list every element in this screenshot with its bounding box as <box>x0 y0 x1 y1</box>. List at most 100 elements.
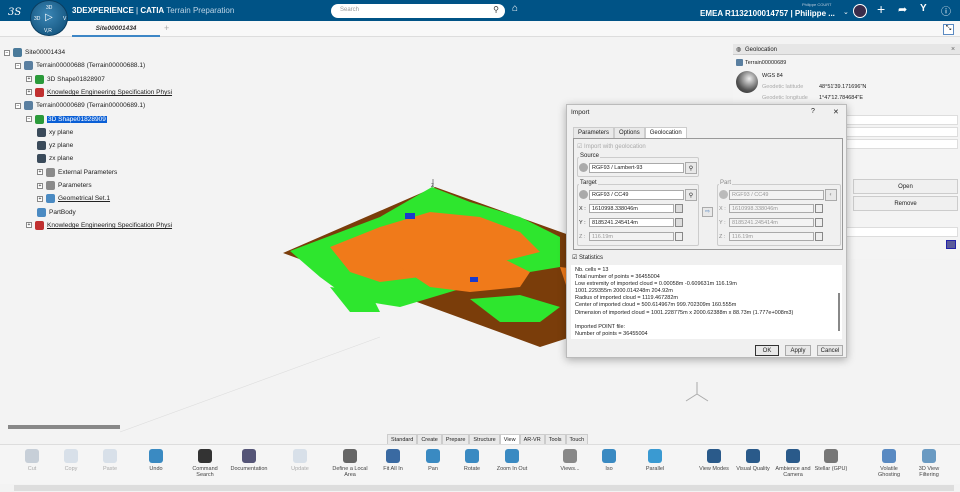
expand-toggle[interactable]: − <box>15 62 21 69</box>
share-icon[interactable]: ➦ <box>898 3 907 16</box>
dropdown-button[interactable] <box>946 240 956 249</box>
horizontal-scrollbar[interactable] <box>14 485 954 491</box>
tree-node[interactable]: + Parameters <box>37 181 92 190</box>
tree-node[interactable]: PartBody <box>37 207 76 217</box>
target-z-field[interactable]: 116.19m <box>589 232 674 241</box>
avatar[interactable] <box>853 4 867 18</box>
tool-zoom-in-out[interactable]: Zoom In Out <box>493 449 531 472</box>
tool-copy[interactable]: Copy <box>52 449 90 472</box>
y-field[interactable] <box>845 127 958 137</box>
expand-toggle[interactable]: − <box>15 102 21 109</box>
tree-node[interactable]: + Knowledge Engineering Specification Phy… <box>26 220 172 230</box>
plus-icon[interactable]: + <box>877 1 885 17</box>
tree-node[interactable]: +3D Shape01828907 <box>26 74 105 84</box>
tool-parallel[interactable]: Parallel <box>636 449 674 472</box>
x-field[interactable] <box>845 115 958 125</box>
target-search-button[interactable]: ⚲ <box>685 189 697 201</box>
expand-toggle[interactable]: − <box>4 49 10 56</box>
tools-icon[interactable]: Y <box>920 3 927 14</box>
tree-node[interactable]: − 3D Shape01828909 <box>26 114 107 124</box>
close-button[interactable]: ✕ <box>833 108 839 116</box>
tree-node[interactable]: − Terrain00000688 (Terrain00000688.1) <box>15 61 145 71</box>
tree-node[interactable]: yz plane <box>37 141 73 151</box>
tool-fit-all-in[interactable]: Fit All In <box>374 449 412 472</box>
chevron-down-icon[interactable]: ⌄ <box>843 8 849 16</box>
scrollbar[interactable] <box>838 293 840 331</box>
tool-label: Visual Quality <box>736 466 770 472</box>
search-input[interactable]: Search ⚲ <box>331 4 505 18</box>
tree-node[interactable]: − Terrain00000689 (Terrain00000689.1) <box>15 101 145 111</box>
text-field[interactable] <box>845 227 958 237</box>
tool-visual-quality[interactable]: Visual Quality <box>734 449 772 472</box>
tool-command-search[interactable]: Command Search <box>186 449 224 478</box>
tool-label: Copy <box>64 466 78 472</box>
statistics-checkbox[interactable]: ☑ Statistics <box>572 254 603 261</box>
tool-stellar-gpu[interactable]: Stellar (GPU) <box>812 449 850 472</box>
tool-view-modes[interactable]: View Modes <box>695 449 733 472</box>
action-bar: Cut Copy Paste Undo Command Search Documentat… <box>0 444 960 484</box>
expand-toggle[interactable]: − <box>26 116 32 122</box>
tree-node[interactable]: + External Parameters <box>37 167 117 177</box>
compass[interactable]: 3D 3D V V,R ▷ <box>30 0 68 36</box>
tree-node-label: zx plane <box>49 155 74 163</box>
z-field[interactable] <box>845 139 958 149</box>
target-x-field[interactable]: 1610998.338046m <box>589 204 674 213</box>
cancel-button[interactable]: Cancel <box>817 345 843 356</box>
tree-node[interactable]: − Site00001434 <box>4 48 65 57</box>
tab-site[interactable]: Site00001434 <box>72 21 160 37</box>
tree-node[interactable]: xy plane <box>37 127 73 137</box>
tenant-selector[interactable]: EMEA R1132100014757 | Philippe ... <box>700 9 835 18</box>
app-title: 3DEXPERIENCE | CATIA Terrain Preparation <box>72 6 235 15</box>
y-spinner[interactable] <box>675 218 683 227</box>
statistics-line: Number of points = 36455004 <box>575 330 648 337</box>
close-icon[interactable]: × <box>951 46 955 53</box>
expand-toggle[interactable]: + <box>37 169 43 176</box>
expand-toggle[interactable]: + <box>26 76 32 83</box>
remove-button[interactable]: Remove <box>853 196 958 211</box>
tool-ambience-and-camera[interactable]: Ambience and Camera <box>774 449 812 478</box>
apply-button[interactable]: Apply <box>785 345 811 356</box>
source-search-button[interactable]: ⚲ <box>685 162 697 174</box>
tool-update[interactable]: Update <box>281 449 319 472</box>
knowledge-icon <box>35 87 44 97</box>
source-select[interactable]: RGF93 / Lambert-93 <box>589 163 684 173</box>
collapse-icon[interactable]: ⤡ <box>943 24 954 35</box>
tool-3d-view-filtering[interactable]: 3D View Filtering <box>910 449 948 478</box>
parallel-icon <box>648 449 662 463</box>
tool-documentation[interactable]: Documentation <box>230 449 268 472</box>
tool-undo[interactable]: Undo <box>137 449 175 472</box>
z-spinner[interactable] <box>675 232 683 241</box>
top-bar: 3S 3DEXPERIENCE | CATIA Terrain Preparat… <box>0 0 960 21</box>
import-geolocation-checkbox[interactable]: ☑ Import with geolocation <box>577 143 646 150</box>
search-icon[interactable]: ⚲ <box>493 5 499 14</box>
target-y-field[interactable]: 8185241.245414m <box>589 218 674 227</box>
tool-iso[interactable]: Iso <box>590 449 628 472</box>
tool-pan[interactable]: Pan <box>414 449 452 472</box>
tree-node[interactable]: + Geometrical Set.1 <box>37 194 110 204</box>
help-button[interactable]: ? <box>811 108 815 115</box>
x-spinner[interactable] <box>675 204 683 213</box>
open-button[interactable]: Open <box>853 179 958 194</box>
part-select: RGF93 / CC49 <box>729 190 824 200</box>
tree-node[interactable]: zx plane <box>37 154 74 164</box>
tool-paste[interactable]: Paste <box>91 449 129 472</box>
expand-toggle[interactable]: + <box>37 182 43 189</box>
target-select[interactable]: RGF93 / CC49 <box>589 190 684 200</box>
transfer-arrow-button[interactable]: ⇨ <box>702 207 713 217</box>
ok-button[interactable]: OK <box>755 345 779 356</box>
tool-cut[interactable]: Cut <box>13 449 51 472</box>
add-tab-button[interactable]: + <box>164 23 169 33</box>
3ds-logo-icon[interactable]: 3S <box>8 4 24 17</box>
part-y-field: 8185241.245414m <box>729 218 814 227</box>
progress-bar <box>8 425 120 429</box>
tool-define-a-local-area[interactable]: Define a Local Area <box>331 449 369 478</box>
expand-toggle[interactable]: + <box>26 89 32 96</box>
help-icon[interactable]: ⓘ <box>941 3 951 18</box>
tool-rotate[interactable]: Rotate <box>453 449 491 472</box>
tool-volatile-ghosting[interactable]: Volatile Ghosting <box>870 449 908 478</box>
tag-icon[interactable]: ⌂ <box>512 3 518 14</box>
expand-toggle[interactable]: + <box>26 222 32 229</box>
tree-node[interactable]: + Knowledge Engineering Specification Phy… <box>26 87 172 97</box>
expand-toggle[interactable]: + <box>37 195 43 202</box>
tool-views[interactable]: Views... <box>551 449 589 472</box>
